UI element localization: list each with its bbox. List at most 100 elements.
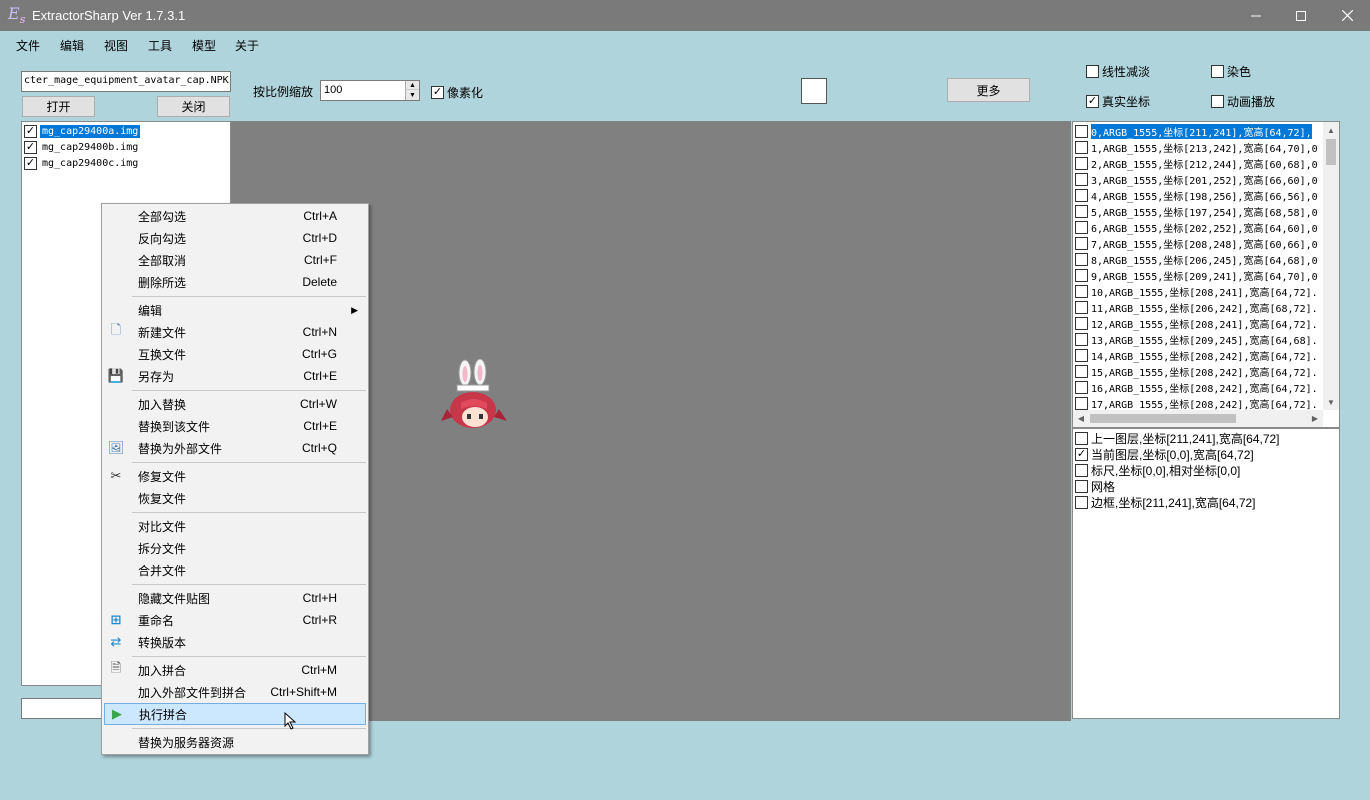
ctx-replace-external[interactable]: 🖼 替换为外部文件 Ctrl+Q [104, 437, 366, 459]
ctx-new-file[interactable]: 🗋 新建文件 Ctrl+N [104, 321, 366, 343]
frame-list-item[interactable]: 2,ARGB_1555,坐标[212,244],宽高[60,68],0 [1075, 155, 1325, 171]
menu-separator [132, 656, 366, 657]
animate-checkbox[interactable]: 动画播放 [1211, 93, 1275, 110]
frame-list-vertical-scrollbar[interactable]: ▲ ▼ [1323, 122, 1339, 410]
scale-value: 100 [324, 84, 343, 96]
file-list-item[interactable]: ✓ mg_cap29400a.img [24, 123, 230, 139]
linear-fade-checkbox[interactable]: 线性减淡 [1086, 63, 1150, 80]
scroll-up-icon[interactable]: ▲ [1323, 122, 1339, 138]
layer-list[interactable]: 上一图层,坐标[211,241],宽高[64,72] ✓ 当前图层,坐标[0,0]… [1072, 428, 1340, 719]
horizontal-scroll-thumb[interactable] [1090, 414, 1236, 423]
frame-list-item[interactable]: 9,ARGB_1555,坐标[209,241],宽高[64,70],0 [1075, 267, 1325, 283]
menu-model[interactable]: 模型 [192, 37, 216, 54]
frame-list-item[interactable]: 7,ARGB_1555,坐标[208,248],宽高[60,66],0 [1075, 235, 1325, 251]
frame-list-item[interactable]: 4,ARGB_1555,坐标[198,256],宽高[66,56],0 [1075, 187, 1325, 203]
frame-list[interactable]: 0,ARGB_1555,坐标[211,241],宽高[64,72], 1,ARG… [1072, 121, 1340, 428]
ctx-edit-submenu[interactable]: 编辑 ▶ [104, 299, 366, 321]
close-window-button[interactable] [1324, 0, 1370, 31]
pixelate-check-icon: ✓ [431, 86, 444, 99]
pixelate-checkbox[interactable]: ✓ 像素化 [431, 84, 483, 101]
ctx-execute-merge[interactable]: ▶ 执行拼合 [104, 703, 366, 725]
ctx-split-file[interactable]: 拆分文件 [104, 537, 366, 559]
frame-list-item[interactable]: 14,ARGB_1555,坐标[208,242],宽高[64,72]. [1075, 347, 1325, 363]
maximize-button[interactable] [1278, 0, 1324, 31]
ctx-repair-file[interactable]: ✂ 修复文件 [104, 465, 366, 487]
ctx-replace-to-file[interactable]: 替换到该文件 Ctrl+E [104, 415, 366, 437]
animate-label: 动画播放 [1227, 95, 1276, 109]
frame-list-horizontal-scrollbar[interactable]: ◀ ▶ [1073, 410, 1323, 427]
frame-list-item[interactable]: 17,ARGB_1555,坐标[208,242],宽高[64,72]. [1075, 395, 1325, 411]
menu-separator [132, 296, 366, 297]
ctx-compare-file[interactable]: 对比文件 [104, 515, 366, 537]
layer-list-item[interactable]: ✓ 当前图层,坐标[0,0],宽高[64,72] [1075, 446, 1254, 462]
menu-about[interactable]: 关于 [235, 37, 259, 54]
frame-list-item[interactable]: 16,ARGB_1555,坐标[208,242],宽高[64,72]. [1075, 379, 1325, 395]
frame-list-item[interactable]: 1,ARGB_1555,坐标[213,242],宽高[64,70],0 [1075, 139, 1325, 155]
scroll-left-icon[interactable]: ◀ [1073, 410, 1089, 427]
layer-list-item[interactable]: 网格 [1075, 478, 1115, 494]
open-button[interactable]: 打开 [22, 96, 95, 117]
minimize-button[interactable] [1233, 0, 1279, 31]
menu-edit[interactable]: 编辑 [60, 37, 84, 54]
frame-list-item[interactable]: 13,ARGB_1555,坐标[209,245],宽高[64,68]. [1075, 331, 1325, 347]
ctx-merge-file[interactable]: 合并文件 [104, 559, 366, 581]
ctx-replace-server-resource[interactable]: 替换为服务器资源 [104, 731, 366, 753]
ctx-hide-texture[interactable]: 隐藏文件贴图 Ctrl+H [104, 587, 366, 609]
ctx-invert-selection[interactable]: 反向勾选 Ctrl+D [104, 227, 366, 249]
ctx-save-as[interactable]: 💾 另存为 Ctrl+E [104, 365, 366, 387]
ctx-add-external-merge[interactable]: 加入外部文件到拼合 Ctrl+Shift+M [104, 681, 366, 703]
ctx-delete-selected[interactable]: 删除所选 Delete [104, 271, 366, 293]
save-icon: 💾 [107, 368, 125, 383]
menu-separator [132, 512, 366, 513]
frame-list-item[interactable]: 12,ARGB_1555,坐标[208,241],宽高[64,72]. [1075, 315, 1325, 331]
more-button[interactable]: 更多 [947, 78, 1030, 102]
frame-list-item[interactable]: 3,ARGB_1555,坐标[201,252],宽高[66,60],0 [1075, 171, 1325, 187]
npk-path-field[interactable]: cter_mage_equipment_avatar_cap.NPK [21, 71, 231, 92]
frame-list-item[interactable]: 10,ARGB_1555,坐标[208,241],宽高[64,72]. [1075, 283, 1325, 299]
ctx-deselect-all[interactable]: 全部取消 Ctrl+F [104, 249, 366, 271]
dye-label: 染色 [1227, 65, 1252, 79]
scroll-down-icon[interactable]: ▼ [1323, 394, 1339, 410]
ctx-restore-file[interactable]: 恢复文件 [104, 487, 366, 509]
real-coord-check-icon: ✓ [1086, 95, 1099, 108]
frame-list-item[interactable]: 0,ARGB_1555,坐标[211,241],宽高[64,72], [1075, 123, 1325, 139]
frame-list-item[interactable]: 15,ARGB_1555,坐标[208,242],宽高[64,72]. [1075, 363, 1325, 379]
close-file-button[interactable]: 关闭 [157, 96, 230, 117]
file-list-item[interactable]: ✓ mg_cap29400b.img [24, 139, 230, 155]
scroll-right-icon[interactable]: ▶ [1307, 410, 1323, 427]
ctx-rename[interactable]: ⊞ 重命名 Ctrl+R [104, 609, 366, 631]
color-swatch[interactable] [801, 78, 827, 104]
dye-checkbox[interactable]: 染色 [1211, 63, 1251, 80]
stepper-up-icon[interactable]: ▲ [405, 81, 419, 90]
frame-list-item[interactable]: 6,ARGB_1555,坐标[202,252],宽高[64,60],0 [1075, 219, 1325, 235]
window-title: ExtractorSharp Ver 1.7.3.1 [32, 8, 186, 23]
layer-list-item[interactable]: 上一图层,坐标[211,241],宽高[64,72] [1075, 430, 1280, 446]
scroll-thumb[interactable] [1326, 139, 1336, 165]
submenu-arrow-icon: ▶ [351, 304, 358, 315]
play-icon: ▶ [112, 706, 122, 721]
frame-list-item[interactable]: 5,ARGB_1555,坐标[197,254],宽高[68,58],0 [1075, 203, 1325, 219]
ctx-add-merge[interactable]: 🗎 加入拼合 Ctrl+M [104, 659, 366, 681]
menu-tools[interactable]: 工具 [148, 37, 172, 54]
menu-view[interactable]: 视图 [104, 37, 128, 54]
frame-list-item[interactable]: 11,ARGB_1555,坐标[206,242],宽高[68,72]. [1075, 299, 1325, 315]
rename-icon: ⊞ [110, 612, 122, 627]
menu-file[interactable]: 文件 [16, 37, 40, 54]
new-file-icon: 🗋 [110, 322, 122, 337]
mouse-cursor-icon [284, 712, 297, 730]
title-bar: Es ExtractorSharp Ver 1.7.3.1 [0, 0, 1370, 31]
real-coord-label: 真实坐标 [1102, 95, 1151, 109]
image-replace-icon: 🖼 [107, 440, 125, 455]
file-list-item[interactable]: ✓ mg_cap29400c.img [24, 155, 230, 171]
scale-stepper[interactable]: 100 ▲ ▼ [320, 80, 420, 101]
frame-list-item[interactable]: 8,ARGB_1555,坐标[206,245],宽高[64,68],0 [1075, 251, 1325, 267]
layer-list-item[interactable]: 边框,坐标[211,241],宽高[64,72] [1075, 494, 1256, 510]
convert-icon: ⇄ [110, 634, 122, 649]
real-coord-checkbox[interactable]: ✓ 真实坐标 [1086, 93, 1150, 110]
ctx-convert-version[interactable]: ⇄ 转换版本 [104, 631, 366, 653]
ctx-select-all[interactable]: 全部勾选 Ctrl+A [104, 205, 366, 227]
layer-list-item[interactable]: 标尺,坐标[0,0],相对坐标[0,0] [1075, 462, 1240, 478]
stepper-down-icon[interactable]: ▼ [405, 90, 419, 100]
ctx-swap-file[interactable]: 互换文件 Ctrl+G [104, 343, 366, 365]
ctx-add-replace[interactable]: 加入替换 Ctrl+W [104, 393, 366, 415]
